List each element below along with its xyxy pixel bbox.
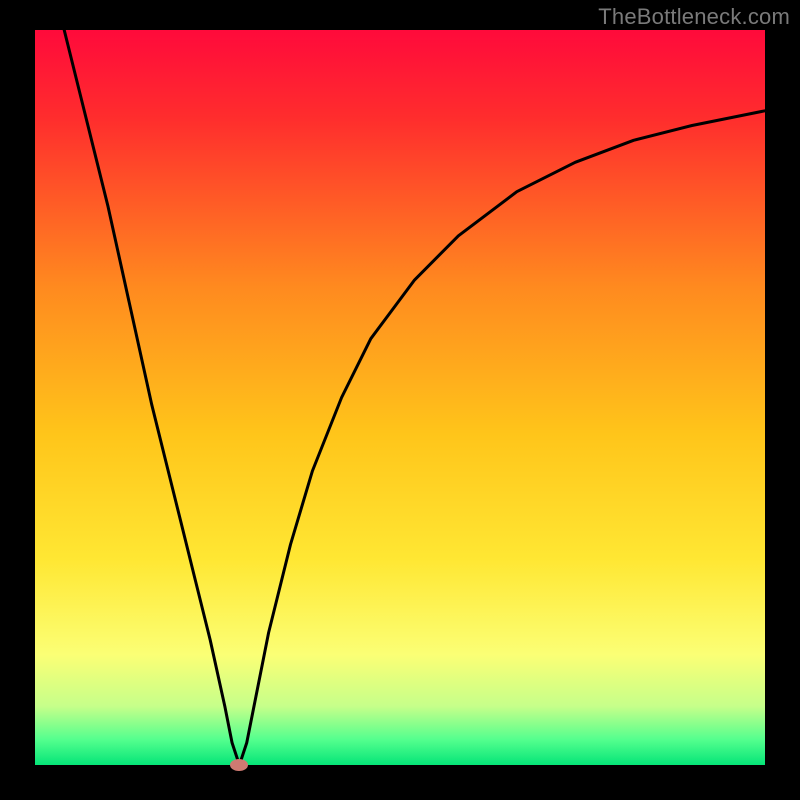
watermark-text: TheBottleneck.com (598, 4, 790, 30)
bottleneck-chart (0, 0, 800, 800)
chart-frame: TheBottleneck.com (0, 0, 800, 800)
gradient-background (35, 30, 765, 765)
